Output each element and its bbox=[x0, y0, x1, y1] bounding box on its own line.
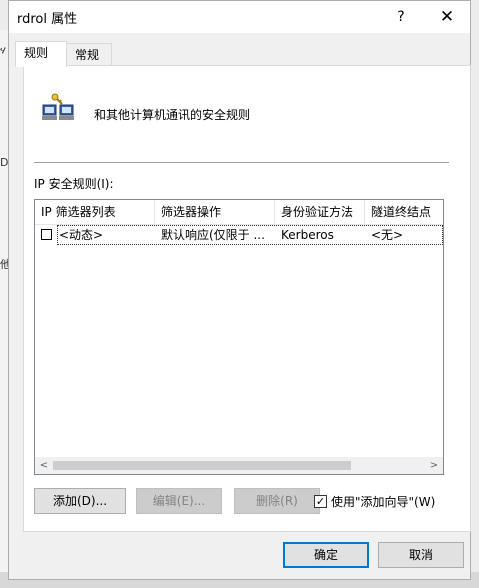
tab-general[interactable]: 常规 bbox=[66, 43, 112, 65]
wizard-checkbox-box[interactable]: ✓ bbox=[314, 495, 327, 508]
column-header-ip-filter-list[interactable]: IP 筛选器列表 bbox=[35, 200, 155, 224]
title-bar: rdrol 属性 ? ✕ bbox=[9, 1, 470, 33]
column-header-tunnel-endpoint[interactable]: 隧道终结点 bbox=[365, 200, 443, 224]
table-row[interactable]: <动态> 默认响应(仅限于 ... Kerberos <无> bbox=[35, 225, 443, 245]
cell-filter-action: 默认响应(仅限于 ... bbox=[161, 228, 265, 242]
properties-dialog: rdrol 属性 ? ✕ 规则 常规 和其他计算机通讯的安全规则 IP 安全规则… bbox=[8, 0, 471, 580]
rules-tab-panel: 和其他计算机通讯的安全规则 IP 安全规则(I): IP 筛选器列表 筛选器操作… bbox=[23, 65, 471, 532]
help-button[interactable]: ? bbox=[386, 5, 416, 29]
ip-security-rules-list[interactable]: IP 筛选器列表 筛选器操作 身份验证方法 隧道终结点 <动态> 默认响应(仅限… bbox=[34, 199, 444, 475]
list-header: IP 筛选器列表 筛选器操作 身份验证方法 隧道终结点 bbox=[35, 200, 443, 225]
rule-checkbox[interactable] bbox=[41, 229, 52, 240]
remove-button[interactable]: 删除(R) bbox=[234, 488, 320, 514]
horizontal-scrollbar[interactable]: < > bbox=[35, 457, 443, 474]
scroll-thumb[interactable] bbox=[53, 461, 351, 470]
separator bbox=[34, 162, 449, 163]
ok-button[interactable]: 确定 bbox=[283, 542, 369, 568]
close-button[interactable]: ✕ bbox=[429, 5, 465, 29]
tab-rules[interactable]: 规则 bbox=[15, 41, 67, 67]
edit-button[interactable]: 编辑(E)... bbox=[136, 488, 222, 514]
dialog-title: rdrol 属性 bbox=[17, 12, 78, 27]
rules-description: 和其他计算机通讯的安全规则 bbox=[94, 108, 251, 122]
network-computers-icon bbox=[42, 93, 74, 120]
cancel-button[interactable]: 取消 bbox=[378, 542, 464, 568]
scroll-right-arrow-icon[interactable]: > bbox=[427, 457, 441, 474]
ip-security-rules-label: IP 安全规则(I): bbox=[34, 177, 114, 191]
column-header-auth-method[interactable]: 身份验证方法 bbox=[275, 200, 365, 224]
cell-tunnel-endpoint: <无> bbox=[371, 228, 404, 242]
background-text: ሃ bbox=[0, 44, 6, 57]
add-button[interactable]: 添加(D)... bbox=[34, 488, 126, 514]
scroll-left-arrow-icon[interactable]: < bbox=[37, 457, 51, 474]
cell-auth-method: Kerberos bbox=[281, 228, 334, 242]
wizard-checkbox-label[interactable]: 使用"添加向导"(W) bbox=[331, 494, 435, 510]
cell-ip-filter-list: <动态> bbox=[59, 228, 104, 242]
column-header-filter-action[interactable]: 筛选器操作 bbox=[155, 200, 275, 224]
